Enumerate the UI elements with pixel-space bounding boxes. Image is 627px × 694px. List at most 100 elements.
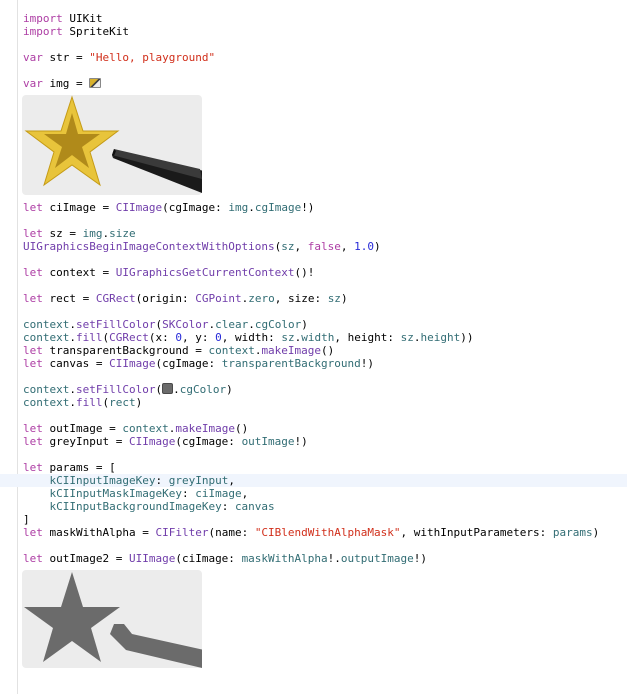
identifier-token: height xyxy=(420,331,461,344)
identifier-token: rect xyxy=(109,396,136,409)
code-line-35[interactable]: let outImage2 = UIImage(ciImage: maskWit… xyxy=(0,552,627,565)
code-line-29-current[interactable]: kCIInputImageKey: greyInput, xyxy=(0,474,627,487)
plain-token: (x: xyxy=(148,331,176,344)
grey-color-swatch-icon[interactable] xyxy=(162,383,174,394)
plain-token: (origin: xyxy=(135,292,196,305)
identifier-token: kCIInputImageKey xyxy=(49,474,156,487)
identifier-token: size xyxy=(109,227,136,240)
code-line-30[interactable]: kCIInputMaskImageKey: ciImage, xyxy=(0,487,627,500)
plain-token: (cgImage: xyxy=(155,357,222,370)
keyword-token: let xyxy=(23,266,43,279)
identifier-token: maskWithAlpha xyxy=(241,552,328,565)
identifier-token: cgImage xyxy=(254,201,302,214)
type-token: fill xyxy=(75,331,103,344)
type-token: makeImage xyxy=(261,344,322,357)
code-line-26[interactable]: let greyInput = CIImage(cgImage: outImag… xyxy=(0,435,627,448)
plain-token: ) xyxy=(226,383,233,396)
identifier-token: ciImage xyxy=(195,487,242,500)
keyword-token: import xyxy=(23,12,63,25)
identifier-token: canvas xyxy=(234,500,275,513)
code-line-20[interactable]: let canvas = CIImage(cgImage: transparen… xyxy=(0,357,627,370)
code-line-6[interactable]: var img = xyxy=(0,77,627,90)
type-token: UIImage xyxy=(128,552,176,565)
plain-token: rect = xyxy=(42,292,96,305)
keyword-token: var xyxy=(23,77,43,90)
type-token: CIFilter xyxy=(155,526,209,539)
code-line-22[interactable]: context.setFillColor(.cgColor) xyxy=(0,383,627,396)
plain-token: ciImage = xyxy=(42,201,116,214)
image-thumbnail-icon[interactable] xyxy=(89,78,102,88)
identifier-token: cgColor xyxy=(254,318,302,331)
plain-token: !) xyxy=(294,435,308,448)
plain-token: SpriteKit xyxy=(62,25,129,38)
keyword-token: let xyxy=(23,526,43,539)
keyword-token: let xyxy=(23,357,43,370)
code-line-28[interactable]: let params = [ xyxy=(0,461,627,474)
plain-token: ( xyxy=(155,383,163,396)
code-line-32[interactable]: ] xyxy=(0,513,627,526)
code-line-17[interactable]: context.setFillColor(SKColor.clear.cgCol… xyxy=(0,318,627,331)
identifier-token: outImage xyxy=(241,435,295,448)
plain-token: ) xyxy=(592,526,600,539)
identifier-token: greyInput xyxy=(168,474,229,487)
identifier-token: params xyxy=(552,526,593,539)
code-line-15[interactable]: let rect = CGRect(origin: CGPoint.zero, … xyxy=(0,292,627,305)
keyword-token: let xyxy=(23,552,43,565)
playground-code-editor[interactable]: import UIKit import SpriteKit var str = … xyxy=(0,0,627,694)
code-line-25[interactable]: let outImage = context.makeImage() xyxy=(0,422,627,435)
plain-token: )) xyxy=(460,331,474,344)
plain-token: (cgImage: xyxy=(175,435,242,448)
type-token: fill xyxy=(75,396,103,409)
code-line-11[interactable]: UIGraphicsBeginImageContextWithOptions(s… xyxy=(0,240,627,253)
plain-token: maskWithAlpha = xyxy=(42,526,156,539)
identifier-token: context xyxy=(122,422,169,435)
type-token: setFillColor xyxy=(75,383,156,396)
identifier-token: cgColor xyxy=(179,383,227,396)
plain-token: ) xyxy=(340,292,348,305)
keyword-token: let xyxy=(23,344,43,357)
plain-token: , size: xyxy=(274,292,328,305)
identifier-token: clear xyxy=(215,318,249,331)
plain-token: () xyxy=(321,344,335,357)
code-line-8[interactable]: let ciImage = CIImage(cgImage: img.cgIma… xyxy=(0,201,627,214)
code-line-4[interactable]: var str = "Hello, playground" xyxy=(0,51,627,64)
code-line-13[interactable]: let context = UIGraphicsGetCurrentContex… xyxy=(0,266,627,279)
plain-token: , xyxy=(294,240,308,253)
type-token: setFillColor xyxy=(75,318,156,331)
identifier-token: transparentBackground xyxy=(221,357,361,370)
plain-token: , height: xyxy=(334,331,401,344)
identifier-token: context xyxy=(208,344,255,357)
plain-token: !) xyxy=(360,357,375,370)
plain-token: sz = xyxy=(42,227,83,240)
code-line-10[interactable]: let sz = img.size xyxy=(0,227,627,240)
plain-token: (name: xyxy=(208,526,255,539)
identifier-token: img xyxy=(228,201,249,214)
plain-token: outImage2 = xyxy=(42,552,129,565)
code-line-19[interactable]: let transparentBackground = context.make… xyxy=(0,344,627,357)
keyword-token: let xyxy=(23,227,43,240)
plain-token: () xyxy=(234,422,249,435)
plain-token: : xyxy=(155,474,169,487)
plain-token: , xyxy=(228,474,235,487)
identifier-token: zero xyxy=(248,292,275,305)
type-token: CIImage xyxy=(109,357,156,370)
identifier-token: sz xyxy=(400,331,414,344)
code-line-33[interactable]: let maskWithAlpha = CIFilter(name: "CIBl… xyxy=(0,526,627,539)
code-line-2[interactable]: import SpriteKit xyxy=(0,25,627,38)
code-line-1[interactable]: import UIKit xyxy=(0,12,627,25)
code-line-31[interactable]: kCIInputBackgroundImageKey: canvas xyxy=(0,500,627,513)
type-token: UIGraphicsGetCurrentContext xyxy=(115,266,295,279)
plain-token: !. xyxy=(327,552,341,565)
identifier-token: context xyxy=(23,318,70,331)
type-token: CIImage xyxy=(128,435,176,448)
code-line-18[interactable]: context.fill(CGRect(x: 0, y: 0, width: s… xyxy=(0,331,627,344)
number-token: 0 xyxy=(175,331,182,344)
plain-token: ) xyxy=(135,396,143,409)
identifier-token: sz xyxy=(281,331,295,344)
plain-token: img = xyxy=(42,77,90,90)
plain-token: ] xyxy=(23,513,30,526)
plain-token: . xyxy=(173,383,180,396)
code-line-23[interactable]: context.fill(rect) xyxy=(0,396,627,409)
